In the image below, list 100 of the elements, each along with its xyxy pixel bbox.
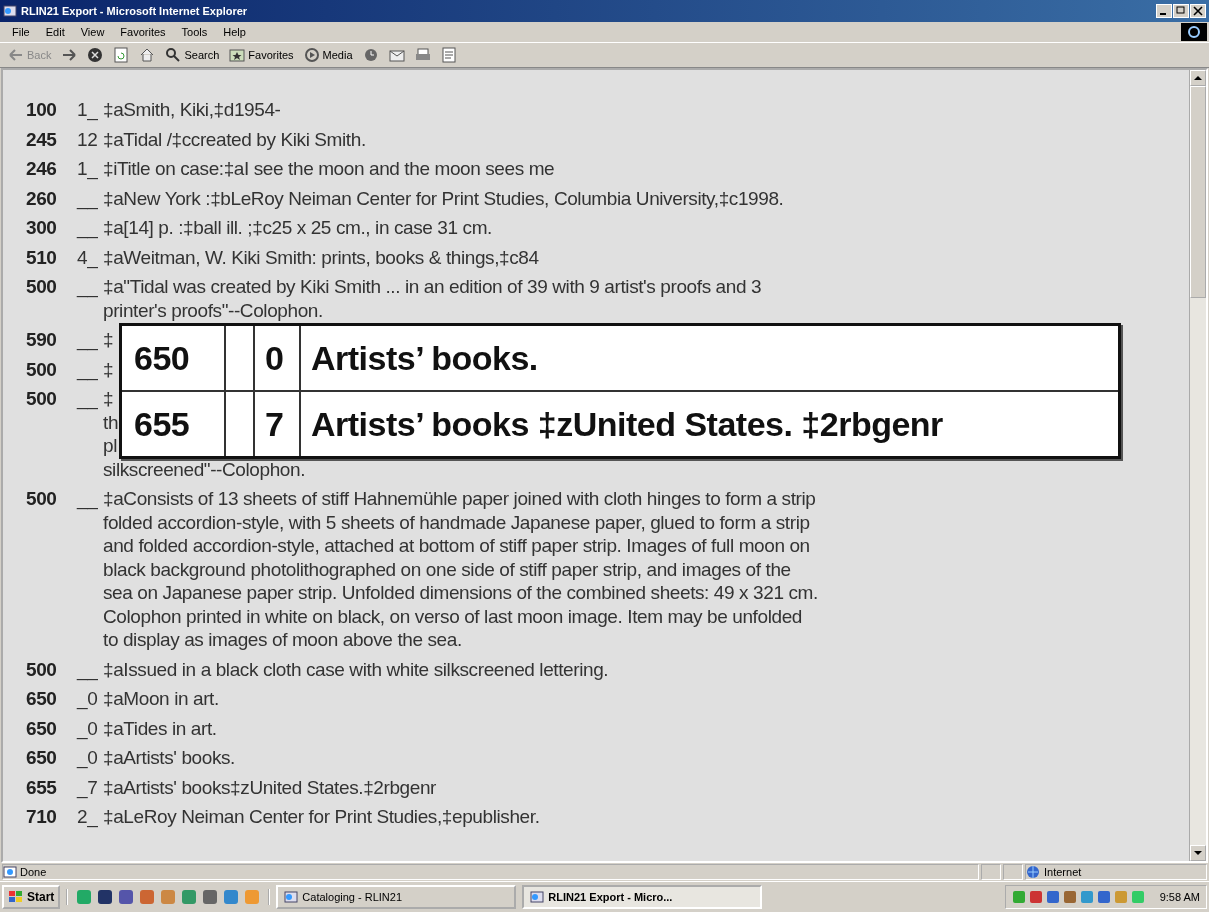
window-icon[interactable] — [284, 890, 299, 904]
media-button[interactable]: Media — [299, 45, 357, 65]
field-tag: 245 — [26, 127, 77, 151]
status-text: Done — [2, 864, 979, 880]
field-text: ‡ — [103, 387, 114, 411]
field-tag: 650 — [26, 687, 77, 711]
field-text: ‡ — [103, 328, 114, 352]
menu-item[interactable]: File — [4, 26, 38, 38]
field-tag: 500 — [26, 275, 77, 322]
field-text: ‡aLeRoy Neiman Center for Print Studies,‡epublisher. — [103, 805, 541, 829]
menu-item[interactable]: Tools — [173, 26, 216, 38]
menu-item[interactable]: View — [72, 26, 113, 38]
field-text: ‡aTidal /‡ccreated by Kiki Smith. — [103, 127, 367, 151]
field-text: ‡aNew York :‡bLeRoy Neiman Center for Print Studies, Columbia University,‡c1998. — [103, 186, 785, 210]
table-cell-text: Artists’ books ‡zUnited States. ‡2rbgenr — [310, 403, 944, 445]
field-indicators: _0 — [77, 687, 99, 711]
scroll-up-icon[interactable] — [1190, 70, 1206, 86]
favorites-icon — [229, 47, 246, 63]
field-tag: 590 — [26, 328, 77, 352]
field-indicators: __ — [77, 275, 99, 300]
minimize-icon[interactable] — [1156, 4, 1172, 18]
field-text: silkscreened"--Colophon. — [103, 457, 306, 481]
field-indicators: __ — [77, 657, 99, 681]
table-cell: 7 — [255, 392, 301, 456]
favorites-button[interactable]: Favorites — [225, 45, 298, 65]
print-icon — [414, 47, 431, 63]
tray-icon[interactable] — [1096, 890, 1111, 904]
field-text: ‡aArtists' books. — [103, 746, 236, 770]
app-icon[interactable] — [97, 889, 114, 905]
field-tag: 500 — [26, 387, 77, 481]
table-cell: 650 — [122, 326, 226, 390]
field-indicators: __ — [77, 328, 99, 352]
field-indicators: __ — [77, 487, 99, 512]
field-tag: 500 — [26, 357, 77, 381]
field-indicators: 12 — [77, 127, 99, 151]
field-tag: 260 — [26, 186, 77, 210]
tray-icon[interactable] — [1011, 890, 1026, 904]
stop-icon — [87, 47, 104, 63]
browser-icon[interactable] — [3, 4, 17, 18]
app-icon[interactable] — [202, 889, 219, 905]
field-text: ‡aSmith, Kiki,‡d1954- — [103, 98, 282, 122]
field-text: pl — [103, 434, 117, 458]
field-tag: 510 — [26, 245, 77, 269]
scrollbar[interactable] — [1189, 70, 1206, 861]
field-text: ‡a[14] p. :‡ball ill. ;‡c25 x 25 cm., in case 31 cm. — [103, 216, 493, 240]
field-indicators: 1_ — [77, 157, 99, 181]
mail-icon — [388, 47, 405, 63]
tray-icon[interactable] — [1028, 890, 1043, 904]
field-indicators: __ — [77, 357, 99, 381]
tray-icon[interactable] — [1062, 890, 1077, 904]
menu-item[interactable]: Help — [215, 26, 254, 38]
history-icon — [362, 47, 379, 63]
field-text: ‡aArtists' books‡zUnited States.‡2rbgenr — [103, 775, 437, 799]
field-indicators: _0 — [77, 746, 99, 770]
field-tag: 300 — [26, 216, 77, 240]
start-button[interactable]: Start — [2, 885, 61, 909]
field-tag: 655 — [26, 775, 77, 799]
field-indicators: __ — [77, 387, 99, 412]
search-button[interactable]: Search — [161, 45, 224, 65]
field-text: ‡aMoon in art. — [103, 687, 220, 711]
field-tag: 500 — [26, 657, 77, 681]
field-text: th — [103, 410, 119, 434]
close-icon[interactable] — [1190, 4, 1206, 18]
taskbar-button[interactable]: RLIN21 Export - Micro... — [522, 885, 763, 909]
window-title: RLIN21 Export - Microsoft Internet Explorer — [21, 5, 249, 17]
field-tag: 246 — [26, 157, 77, 181]
field-indicators: 1_ — [77, 98, 99, 122]
field-text: ‡aWeitman, W. Kiki Smith: prints, books & things,‡c84 — [103, 245, 540, 269]
field-tag: 500 — [26, 487, 77, 652]
menu-item[interactable]: Edit — [37, 26, 73, 38]
windows-logo-icon[interactable] — [8, 890, 24, 904]
restore-icon[interactable] — [1173, 4, 1189, 18]
tray-icon[interactable] — [1079, 890, 1094, 904]
field-indicators: __ — [77, 186, 99, 210]
security-zone: Internet — [1025, 864, 1207, 880]
taskbar-button[interactable]: Cataloging - RLIN21 — [276, 885, 517, 909]
back-icon — [8, 47, 24, 63]
home-icon — [139, 47, 156, 63]
search-icon — [165, 47, 182, 63]
tray-icon[interactable] — [1045, 890, 1060, 904]
field-indicators: __ — [77, 216, 99, 240]
field-indicators: _7 — [77, 775, 99, 799]
clock: 9:58 AM — [1159, 891, 1200, 903]
field-indicators: 4_ — [77, 245, 99, 269]
table-cell-text: Artists’ books. — [310, 337, 539, 379]
page-icon[interactable] — [3, 865, 17, 879]
scroll-down-icon[interactable] — [1190, 845, 1206, 861]
field-tag: 650 — [26, 746, 77, 770]
field-text: ‡iTitle on case:‡aI see the moon and the moon sees me — [103, 157, 556, 181]
scroll-thumb[interactable] — [1190, 86, 1206, 298]
field-tag: 710 — [26, 805, 77, 829]
field-tag: 100 — [26, 98, 77, 122]
edit-icon — [440, 47, 457, 63]
refresh-icon — [113, 47, 130, 63]
field-text: ‡ — [103, 357, 114, 381]
menu-item[interactable]: Favorites — [112, 26, 174, 38]
field-indicators: 2_ — [77, 805, 99, 829]
window-icon[interactable] — [530, 890, 545, 904]
table-cell: 0 — [255, 326, 301, 390]
app-icon[interactable] — [118, 889, 135, 905]
